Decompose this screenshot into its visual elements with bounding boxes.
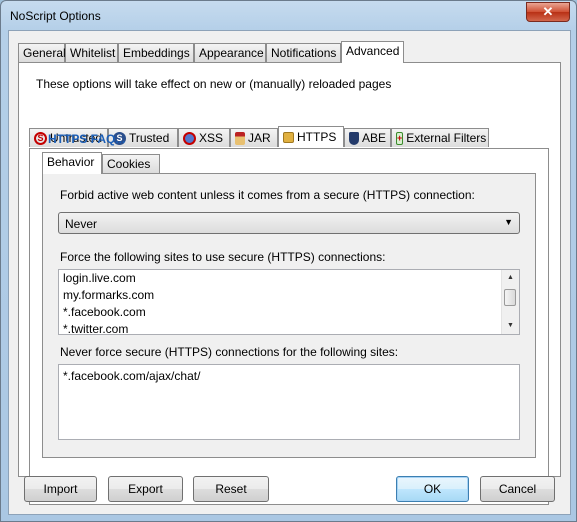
tab-label: Whitelist xyxy=(70,46,116,60)
tab-behavior[interactable]: Behavior xyxy=(42,152,102,174)
tab-label: XSS xyxy=(199,130,224,145)
tab-https[interactable]: HTTPS xyxy=(278,126,344,147)
tab-notifications[interactable]: Notifications xyxy=(266,43,341,62)
untrusted-icon: S xyxy=(34,131,47,145)
tab-xss[interactable]: XSS xyxy=(178,128,230,147)
list-item: *.facebook.com xyxy=(63,305,146,319)
tab-label: Notifications xyxy=(271,46,337,60)
list-item: my.formarks.com xyxy=(63,288,155,302)
window-title: NoScript Options xyxy=(10,9,101,23)
list-item: *.twitter.com xyxy=(63,322,129,336)
jar-icon xyxy=(235,131,245,145)
tab-whitelist[interactable]: Whitelist xyxy=(65,43,118,62)
scroll-up-icon[interactable]: ▲ xyxy=(502,270,519,286)
chevron-down-icon: ▼ xyxy=(504,217,513,227)
tab-general[interactable]: General xyxy=(18,43,66,62)
never-sites-textarea[interactable]: *.facebook.com/ajax/chat/ xyxy=(58,364,520,440)
close-icon: ✕ xyxy=(542,4,554,19)
tab-label: HTTPS xyxy=(297,129,337,144)
tab-label: Cookies xyxy=(107,157,151,171)
https-faq-link[interactable]: HTTPS FAQ... xyxy=(48,132,125,146)
lock-icon xyxy=(283,131,294,143)
options-window: NoScript Options ✕ General Whitelist Emb… xyxy=(0,0,577,522)
title-bar[interactable]: NoScript Options ✕ xyxy=(1,1,576,31)
ok-button[interactable]: OK xyxy=(396,476,469,502)
list-item: *.facebook.com/ajax/chat/ xyxy=(63,369,201,383)
tab-label: ABE xyxy=(361,130,386,145)
scroll-down-icon[interactable]: ▼ xyxy=(502,318,519,334)
reset-button[interactable]: Reset xyxy=(193,476,269,502)
forbid-select[interactable]: Never ▼ xyxy=(58,212,520,234)
tab-label: General xyxy=(23,46,66,60)
dialog-body: General Whitelist Embeddings Appearance … xyxy=(8,30,571,515)
forbid-label: Forbid active web content unless it come… xyxy=(60,188,475,202)
force-sites-textarea[interactable]: login.live.com my.formarks.com *.faceboo… xyxy=(58,269,520,336)
vertical-scrollbar[interactable]: ▲ ▼ xyxy=(501,270,519,334)
tab-label: Trusted xyxy=(129,130,170,145)
behavior-panel: Forbid active web content unless it come… xyxy=(42,173,536,458)
close-button[interactable]: ✕ xyxy=(526,2,570,22)
tab-cookies[interactable]: Cookies xyxy=(102,154,160,173)
tab-label: Behavior xyxy=(47,155,95,169)
force-label: Force the following sites to use secure … xyxy=(60,250,386,264)
tab-embeddings[interactable]: Embeddings xyxy=(118,43,194,62)
tab-label: Embeddings xyxy=(123,46,190,60)
tab-label: Advanced xyxy=(346,44,400,58)
external-filters-icon: + xyxy=(396,131,404,145)
never-label: Never force secure (HTTPS) connections f… xyxy=(60,345,399,359)
scroll-thumb[interactable] xyxy=(504,289,516,306)
forbid-selected-value: Never xyxy=(65,217,98,231)
tab-label: External Filters xyxy=(406,130,487,145)
xss-icon xyxy=(183,131,196,145)
tab-external-filters[interactable]: + External Filters xyxy=(391,128,489,147)
tab-label: JAR xyxy=(248,130,271,145)
tab-advanced[interactable]: Advanced xyxy=(341,41,404,63)
cancel-button[interactable]: Cancel xyxy=(480,476,555,502)
tab-jar[interactable]: JAR xyxy=(230,128,278,147)
reload-note: These options will take effect on new or… xyxy=(36,77,392,91)
tab-label: Appearance xyxy=(199,46,264,60)
tab-abe[interactable]: ABE xyxy=(344,128,391,147)
abe-icon xyxy=(349,131,359,145)
import-button[interactable]: Import xyxy=(24,476,97,502)
tab-appearance[interactable]: Appearance xyxy=(194,43,266,62)
export-button[interactable]: Export xyxy=(108,476,183,502)
list-item: login.live.com xyxy=(63,271,136,285)
